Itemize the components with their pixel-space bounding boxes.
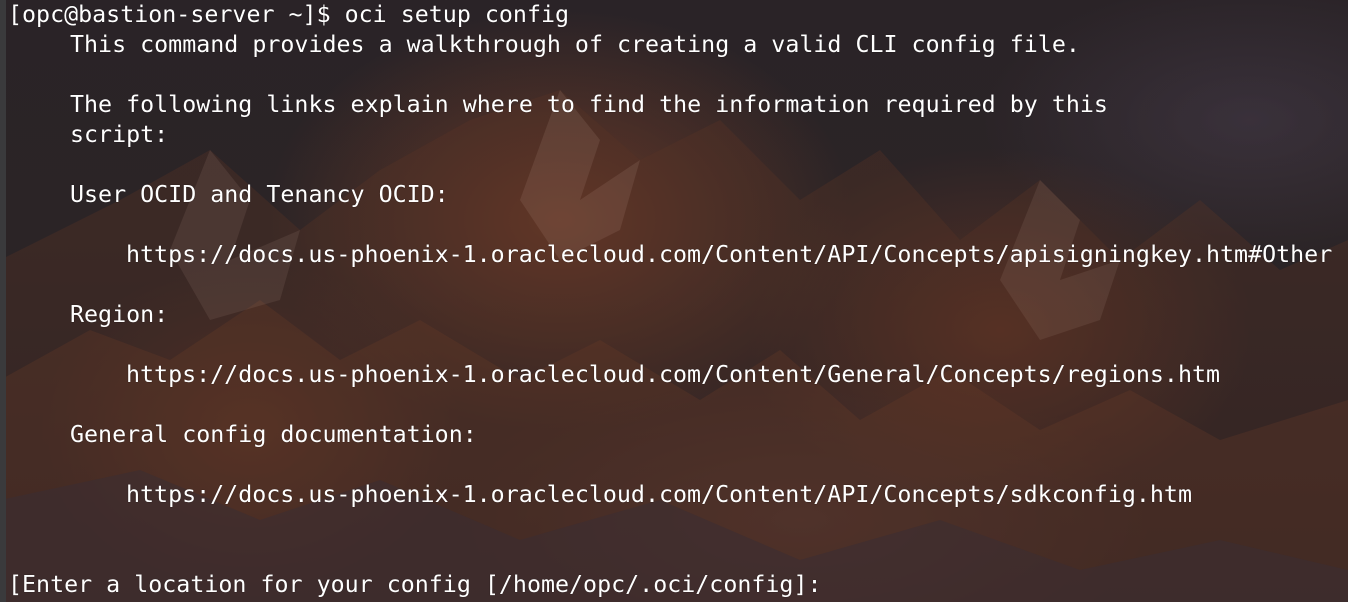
- intro-text: This command provides a walkthrough of c…: [70, 31, 1080, 58]
- region-link[interactable]: https://docs.us-phoenix-1.oraclecloud.co…: [126, 360, 1220, 390]
- user-ocid-heading: User OCID and Tenancy OCID:: [70, 181, 449, 208]
- links-intro-line-2: script:: [70, 121, 169, 148]
- scroll-gutter: [0, 0, 6, 602]
- links-intro-line-1: The following links explain where to fin…: [70, 91, 1108, 118]
- terminal-window[interactable]: [opc@bastion-server ~]$ oci setup config…: [0, 0, 1348, 602]
- general-config-heading: General config documentation:: [70, 421, 477, 448]
- user-ocid-link[interactable]: https://docs.us-phoenix-1.oraclecloud.co…: [126, 240, 1332, 270]
- region-heading: Region:: [70, 301, 169, 328]
- prompt-line: [opc@bastion-server ~]$ oci setup config: [8, 1, 570, 28]
- config-location-prompt[interactable]: [Enter a location for your config [/home…: [8, 570, 822, 600]
- general-config-link[interactable]: https://docs.us-phoenix-1.oraclecloud.co…: [126, 480, 1192, 510]
